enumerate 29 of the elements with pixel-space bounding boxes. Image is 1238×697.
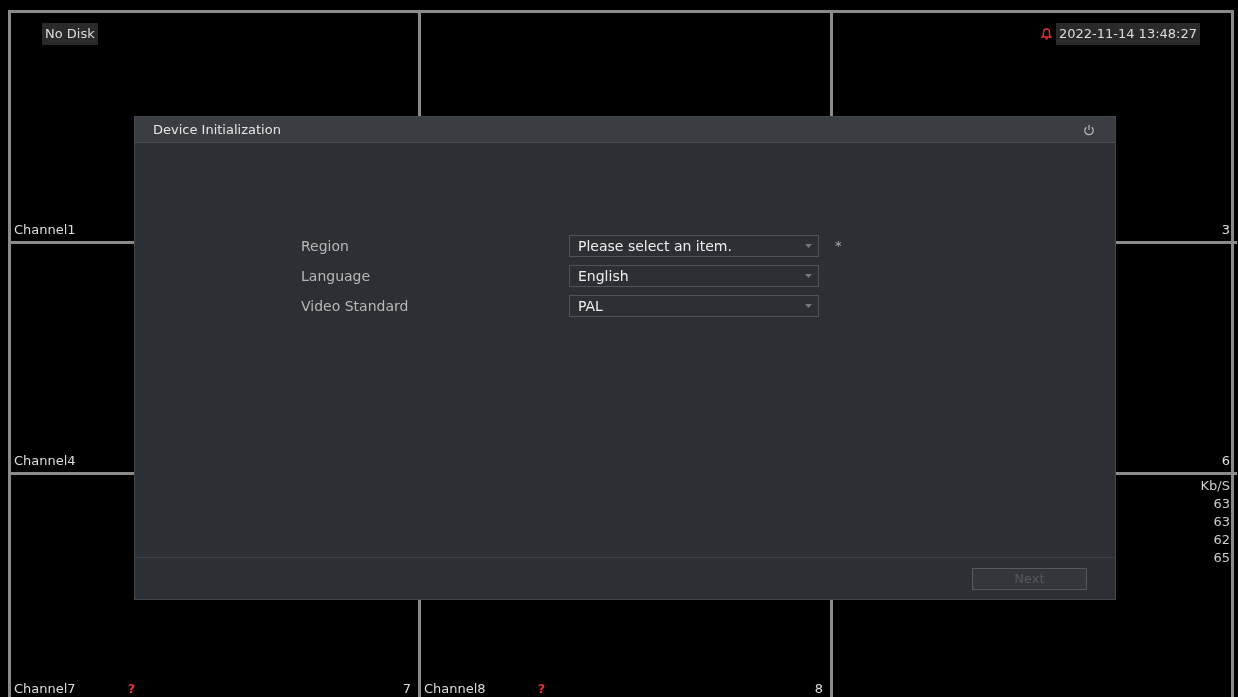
date-time: 2022-11-14 13:48:27 [1055, 23, 1200, 45]
warning-mark: ? [127, 679, 136, 697]
channel-number: 8 [814, 679, 823, 697]
caret-icon [805, 244, 812, 248]
channel-number: 7 [402, 679, 411, 697]
bitrate-value: 62 [1213, 531, 1230, 549]
channel-label: Channel4 [14, 451, 76, 470]
channel-number: 6 [1221, 451, 1230, 470]
channel-number: 3 [1221, 220, 1230, 239]
bitrate-value: 65 [1213, 549, 1230, 567]
power-icon[interactable] [1083, 123, 1095, 136]
field-label: Region [301, 236, 350, 256]
field-label: Language [301, 266, 372, 286]
required-mark: * [835, 237, 842, 256]
warning-mark: ? [537, 679, 546, 697]
channel-label: Channel7 [14, 679, 76, 697]
caret-icon [805, 304, 812, 308]
channel-label: Channel1 [14, 220, 76, 239]
bitrate-value: 63 [1213, 495, 1230, 513]
dropdown-field[interactable]: Please select an item. [569, 235, 819, 257]
caret-icon [805, 274, 812, 278]
field-label: Video Standard [301, 296, 410, 316]
dialog-title: Device Initialization [153, 120, 281, 139]
bitrate-unit: Kb/S [1200, 477, 1230, 495]
dropdown-field[interactable]: English [569, 265, 819, 287]
dropdown-field[interactable]: PAL [569, 295, 819, 317]
disk-status: No Disk [42, 23, 98, 45]
bitrate-value: 63 [1213, 513, 1230, 531]
channel-label: Channel8 [424, 679, 486, 697]
